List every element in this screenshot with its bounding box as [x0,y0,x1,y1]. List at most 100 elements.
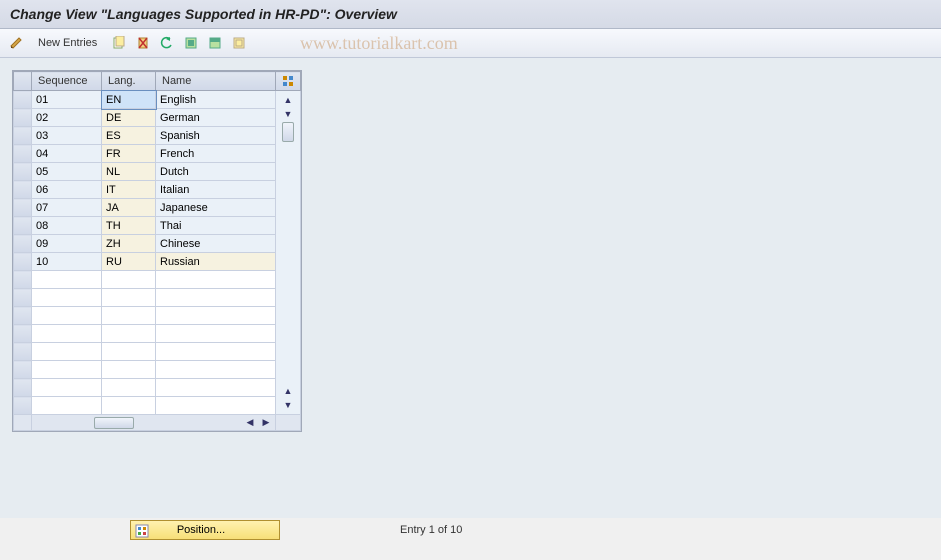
cell-name[interactable] [156,361,276,379]
row-selector[interactable] [14,163,32,181]
cell-sequence[interactable]: 05 [32,163,102,181]
cell-sequence[interactable]: 02 [32,109,102,127]
cell-sequence[interactable]: 10 [32,253,102,271]
row-selector[interactable] [14,235,32,253]
row-selector[interactable] [14,145,32,163]
row-selector[interactable] [14,271,32,289]
col-sequence[interactable]: Sequence [32,72,102,91]
position-icon [135,524,149,538]
select-block-icon[interactable] [205,33,225,53]
cell-lang[interactable] [102,271,156,289]
cell-lang[interactable]: JA [102,199,156,217]
vertical-scrollbar[interactable]: ▲▼▲▼ [276,91,301,415]
cell-name[interactable] [156,379,276,397]
cell-name[interactable]: Japanese [156,199,276,217]
cell-name[interactable] [156,289,276,307]
cell-lang[interactable]: IT [102,181,156,199]
cell-sequence[interactable]: 03 [32,127,102,145]
cell-name[interactable]: Thai [156,217,276,235]
scroll-thumb[interactable] [282,122,294,142]
row-selector[interactable] [14,397,32,415]
cell-lang[interactable]: DE [102,109,156,127]
deselect-all-icon[interactable] [229,33,249,53]
cell-sequence[interactable] [32,325,102,343]
scroll-up-icon[interactable]: ▲ [281,93,295,107]
col-lang[interactable]: Lang. [102,72,156,91]
cell-sequence[interactable]: 04 [32,145,102,163]
cell-sequence[interactable]: 06 [32,181,102,199]
cell-lang[interactable] [102,361,156,379]
cell-lang[interactable] [102,379,156,397]
cell-lang[interactable] [102,289,156,307]
col-name[interactable]: Name [156,72,276,91]
new-entries-button[interactable]: New Entries [30,35,105,51]
cell-lang[interactable]: ZH [102,235,156,253]
col-selector[interactable] [14,72,32,91]
row-selector[interactable] [14,343,32,361]
row-selector[interactable] [14,289,32,307]
row-selector[interactable] [14,109,32,127]
cell-lang[interactable] [102,325,156,343]
cell-lang[interactable] [102,397,156,415]
cell-sequence[interactable]: 01 [32,91,102,109]
undo-icon[interactable] [157,33,177,53]
cell-sequence[interactable] [32,397,102,415]
cell-name[interactable]: Spanish [156,127,276,145]
row-selector[interactable] [14,91,32,109]
table-settings-icon[interactable] [276,72,301,91]
cell-sequence[interactable]: 07 [32,199,102,217]
cell-lang[interactable]: ES [102,127,156,145]
scroll-down2-icon[interactable]: ▼ [281,398,295,412]
row-selector[interactable] [14,217,32,235]
cell-lang[interactable] [102,307,156,325]
scroll-down-icon[interactable]: ▼ [281,107,295,121]
cell-name[interactable] [156,397,276,415]
toggle-edit-icon[interactable] [6,33,26,53]
cell-lang[interactable]: EN [102,91,156,109]
entry-counter: Entry 1 of 10 [400,524,462,536]
delete-icon[interactable] [133,33,153,53]
cell-sequence[interactable]: 08 [32,217,102,235]
cell-name[interactable] [156,325,276,343]
row-selector[interactable] [14,361,32,379]
cell-lang[interactable] [102,343,156,361]
cell-sequence[interactable] [32,307,102,325]
cell-lang[interactable]: NL [102,163,156,181]
cell-name[interactable] [156,307,276,325]
copy-icon[interactable] [109,33,129,53]
row-selector[interactable] [14,325,32,343]
scroll-right-icon[interactable]: ▶ [259,416,273,430]
position-label: Position... [177,524,225,536]
position-button[interactable]: Position... [130,520,280,540]
cell-sequence[interactable] [32,379,102,397]
cell-name[interactable]: Russian [156,253,276,271]
cell-sequence[interactable] [32,361,102,379]
cell-name[interactable]: German [156,109,276,127]
cell-lang[interactable]: TH [102,217,156,235]
cell-name[interactable]: Chinese [156,235,276,253]
cell-name[interactable]: English [156,91,276,109]
cell-sequence[interactable] [32,289,102,307]
scroll-up2-icon[interactable]: ▲ [281,384,295,398]
cell-lang[interactable]: RU [102,253,156,271]
row-selector[interactable] [14,127,32,145]
row-selector[interactable] [14,379,32,397]
cell-name[interactable]: Dutch [156,163,276,181]
cell-name[interactable] [156,271,276,289]
cell-sequence[interactable] [32,271,102,289]
cell-name[interactable] [156,343,276,361]
row-selector[interactable] [14,307,32,325]
cell-name[interactable]: French [156,145,276,163]
cell-name[interactable]: Italian [156,181,276,199]
hscroll-thumb[interactable] [94,417,134,429]
cell-sequence[interactable] [32,343,102,361]
cell-lang[interactable]: FR [102,145,156,163]
content-area: Sequence Lang. Name 01ENEnglish▲▼▲▼02DEG… [0,58,941,518]
row-selector[interactable] [14,253,32,271]
horizontal-scrollbar[interactable]: ◀▶ [32,415,276,431]
scroll-left-icon[interactable]: ◀ [243,416,257,430]
row-selector[interactable] [14,181,32,199]
cell-sequence[interactable]: 09 [32,235,102,253]
select-all-icon[interactable] [181,33,201,53]
row-selector[interactable] [14,199,32,217]
